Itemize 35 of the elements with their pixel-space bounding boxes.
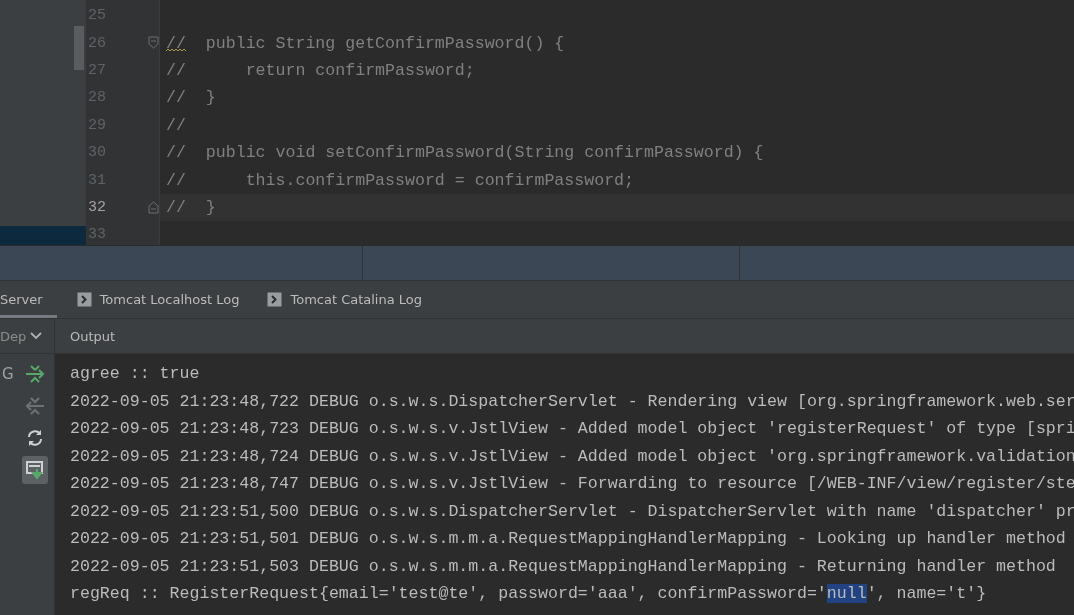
console-text: 2022-09-05 21:23:48,747 DEBUG o.s.w.s.v.JstlView - Forwarding to resource [/WEB-INF/view/register/ste xyxy=(70,474,1074,494)
console-text: 2022-09-05 21:23:48,723 DEBUG o.s.w.s.v.JstlView - Added model object 'registerRequest' of type [spri xyxy=(70,419,1074,439)
scrollbar-thumb[interactable] xyxy=(74,26,84,70)
tool-tab[interactable]: Tomcat Catalina Log xyxy=(267,281,437,318)
code-line: // public String getConfirmPassword() { xyxy=(165,33,565,53)
console-text: 2022-09-05 21:23:48,722 DEBUG o.s.w.s.DispatcherServlet - Rendering view [org.springframework.web.ser xyxy=(70,391,1074,411)
fold-icon[interactable] xyxy=(148,36,159,50)
column-label: G xyxy=(2,365,15,383)
code-line: // } xyxy=(165,197,216,217)
code-line: // this.confirmPassword = confirmPassword; xyxy=(165,170,635,190)
code-line: // return confirmPassword; xyxy=(165,60,475,80)
console-text: 2022-09-05 21:23:51,500 DEBUG o.s.w.s.DispatcherServlet - DispatcherServlet with name 'dispatcher' pr xyxy=(70,501,1074,521)
toolbar-button[interactable] xyxy=(22,456,48,484)
fold-icon[interactable] xyxy=(148,200,159,214)
console-text: ', name='t'} xyxy=(866,584,987,604)
code-line: // xyxy=(165,115,186,135)
code-line: // public void setConfirmPassword(String confirmPassword) { xyxy=(165,143,764,163)
deployment-dropdown[interactable]: Dep xyxy=(0,319,54,354)
line-number: 32 xyxy=(88,198,106,216)
output-header: Output xyxy=(55,319,1074,354)
code-line: // } xyxy=(165,88,216,108)
tool-tab[interactable]: Tomcat Localhost Log xyxy=(76,281,254,318)
scroll-to-end-icon xyxy=(25,460,45,480)
console-text: 2022-09-05 21:23:48,724 DEBUG o.s.w.s.v.JstlView - Added model object 'org.springframework.validation xyxy=(70,446,1074,466)
undeploy-arrows-icon xyxy=(25,396,45,416)
console-text: agree :: true xyxy=(70,364,200,384)
console-text: regReq :: RegisterRequest{email='test@te', password='aaa', confirmPassword=' xyxy=(70,584,827,604)
console-icon xyxy=(267,292,283,307)
chevron-down-icon xyxy=(30,332,43,340)
console-icon xyxy=(76,292,92,307)
selected-text: null xyxy=(826,584,867,604)
refresh-icon xyxy=(26,429,44,447)
deploy-arrows-icon xyxy=(25,364,45,384)
console-text: 2022-09-05 21:23:51,503 DEBUG o.s.w.s.m.m.a.RequestMappingHandlerMapping - Returning handler method xyxy=(70,556,1056,576)
console-text: 2022-09-05 21:23:51,501 DEBUG o.s.w.s.m.m.a.RequestMappingHandlerMapping - Looking up handler method xyxy=(70,529,1066,549)
